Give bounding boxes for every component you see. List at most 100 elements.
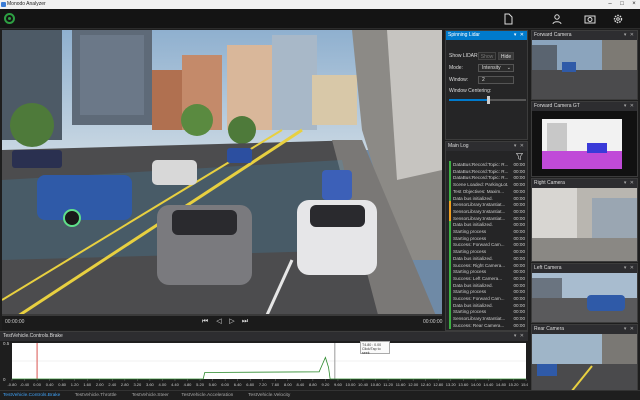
x-tick-label: 13.20 bbox=[446, 382, 457, 387]
x-tick-label: 8.80 bbox=[309, 382, 318, 387]
window-input[interactable]: 2 bbox=[478, 76, 514, 84]
skip-forward-icon[interactable]: ⏭ bbox=[240, 317, 250, 327]
filter-icon[interactable] bbox=[516, 153, 523, 160]
camera-title: Right Camera bbox=[534, 180, 565, 186]
time-end: 00:00:00 bbox=[423, 319, 443, 325]
rear-camera-panel: Rear Camera ▾ ✕ bbox=[531, 324, 638, 398]
main-log-header[interactable]: Main Log ▾ ✕ bbox=[446, 142, 527, 151]
signal-tab[interactable]: TestVehicle.Acceleration bbox=[181, 392, 233, 400]
log-list[interactable]: DataBus:Record:Topic: R... 00:00 DataBus:R… bbox=[446, 161, 527, 331]
signal-plot-panel: TestVehicle.Controls.Brake ▾ ✕ 0.5 0 -0.80… bbox=[0, 331, 528, 390]
log-level-indicator bbox=[449, 321, 451, 329]
chevron-down-icon: ⌄ bbox=[506, 65, 511, 71]
x-tick-label: 2.80 bbox=[121, 382, 130, 387]
signal-tab[interactable]: TestVehicle.Steer bbox=[132, 392, 169, 400]
x-tick-label: 7.60 bbox=[271, 382, 280, 387]
signal-tabs: TestVehicle.Controls.Brake TestVehicle.Th… bbox=[0, 390, 640, 400]
lidar-panel-header[interactable]: Spinning Lidar ▾ ✕ bbox=[446, 31, 527, 40]
x-tick-label: 6.40 bbox=[234, 382, 243, 387]
minimize-icon[interactable]: – bbox=[604, 0, 616, 9]
tooltip-hint: Click/Tap to seek bbox=[362, 347, 381, 355]
time-current: 00:00:00 bbox=[5, 319, 25, 325]
signal-tab[interactable]: TestVehicle.Controls.Brake bbox=[3, 392, 60, 400]
signal-plot-header[interactable]: TestVehicle.Controls.Brake ▾ ✕ bbox=[0, 332, 528, 341]
x-tick-label: 1.60 bbox=[83, 382, 92, 387]
window-centering-label: Window Centering: bbox=[449, 88, 492, 94]
chart-tooltip: T4.80 : 0.00 Click/Tap to seek bbox=[360, 341, 390, 355]
hide-button[interactable]: Hide bbox=[498, 52, 514, 60]
x-tick-label: 13.60 bbox=[458, 382, 469, 387]
signal-tab[interactable]: TestVehicle.Throttle bbox=[75, 392, 117, 400]
rear-camera-image[interactable] bbox=[532, 334, 637, 397]
x-tick-label: 4.00 bbox=[159, 382, 168, 387]
document-icon[interactable] bbox=[502, 13, 514, 25]
skip-back-icon[interactable]: ⏮ bbox=[200, 317, 210, 327]
x-tick-label: 2.00 bbox=[96, 382, 105, 387]
x-tick-label: 2.40 bbox=[108, 382, 117, 387]
x-tick-label: 5.60 bbox=[209, 382, 218, 387]
window-centering-slider[interactable] bbox=[449, 96, 526, 104]
simulation-viewport[interactable] bbox=[2, 30, 442, 330]
scene-render bbox=[2, 30, 442, 330]
x-tick-label: 14.00 bbox=[471, 382, 482, 387]
x-tick-label: 11.20 bbox=[383, 382, 393, 387]
camera-panel-header[interactable]: Forward Camera GT ▾ ✕ bbox=[532, 102, 637, 111]
forward-camera-image[interactable] bbox=[532, 40, 637, 99]
x-tick-label: 0.80 bbox=[58, 382, 67, 387]
user-icon[interactable] bbox=[551, 13, 563, 25]
camera-panel-header[interactable]: Right Camera ▾ ✕ bbox=[532, 179, 637, 188]
camera-icon[interactable] bbox=[584, 13, 596, 25]
show-button[interactable]: Show bbox=[478, 52, 496, 60]
title-bar: Monodo Analyzer – □ × bbox=[0, 0, 640, 9]
x-tick-label: 12.40 bbox=[421, 382, 432, 387]
x-tick-label: -0.80 bbox=[7, 382, 17, 387]
main-log-title: Main Log bbox=[448, 143, 469, 149]
panel-controls-icon[interactable]: ▾ ✕ bbox=[624, 264, 635, 273]
brake-chart[interactable]: 0.50-0.80 -0.40 0.00 0.40 0.80 1.20 1.60 2.00 2.… bbox=[0, 341, 528, 391]
x-tick-label: 5.20 bbox=[196, 382, 205, 387]
y-tick-label: 0 bbox=[3, 377, 6, 382]
panel-controls-icon[interactable]: ▾ ✕ bbox=[624, 31, 635, 40]
app-icon bbox=[1, 2, 6, 7]
panel-controls-icon[interactable]: ▾ ✕ bbox=[514, 142, 525, 151]
panel-controls-icon[interactable]: ▾ ✕ bbox=[624, 179, 635, 188]
panel-controls-icon[interactable]: ▾ ✕ bbox=[624, 102, 635, 111]
maximize-icon[interactable]: □ bbox=[616, 0, 628, 9]
right-camera-image[interactable] bbox=[532, 188, 637, 261]
mode-select[interactable]: Intensity ⌄ bbox=[478, 64, 514, 72]
panel-controls-icon[interactable]: ▾ ✕ bbox=[624, 325, 635, 334]
signal-tab[interactable]: TestVehicle.Velocity bbox=[248, 392, 290, 400]
forward-camera-gt-panel: Forward Camera GT ▾ ✕ bbox=[531, 101, 638, 177]
camera-title: Rear Camera bbox=[534, 326, 565, 332]
panel-controls-icon[interactable]: ▾ ✕ bbox=[514, 332, 525, 341]
forward-camera-panel: Forward Camera ▾ ✕ bbox=[531, 30, 638, 100]
show-lidar-label: Show LIDAR: bbox=[449, 53, 480, 59]
window-title: Monodo Analyzer bbox=[7, 1, 46, 7]
step-back-icon[interactable]: ◁ bbox=[214, 317, 224, 327]
x-tick-label: 11.60 bbox=[396, 382, 406, 387]
x-tick-label: 9.60 bbox=[334, 382, 343, 387]
camera-panel-header[interactable]: Forward Camera ▾ ✕ bbox=[532, 31, 637, 40]
x-tick-label: 15.20 bbox=[508, 382, 519, 387]
x-tick-label: 15.60 bbox=[521, 382, 528, 387]
segmentation-image[interactable] bbox=[532, 111, 637, 176]
x-tick-label: 7.20 bbox=[259, 382, 268, 387]
play-icon[interactable]: ▷ bbox=[227, 317, 237, 327]
left-camera-image[interactable] bbox=[532, 273, 637, 322]
window-label: Window: bbox=[449, 77, 469, 83]
x-tick-label: 12.80 bbox=[433, 382, 444, 387]
gear-icon[interactable] bbox=[612, 13, 624, 25]
close-icon[interactable]: × bbox=[628, 0, 640, 9]
signal-plot-title: TestVehicle.Controls.Brake bbox=[3, 333, 63, 339]
log-entry[interactable]: Success: Rear Camera... 00:00 bbox=[449, 321, 525, 329]
toolbar bbox=[0, 9, 640, 29]
x-tick-label: 3.20 bbox=[133, 382, 142, 387]
x-tick-label: 3.60 bbox=[146, 382, 155, 387]
x-tick-label: 8.00 bbox=[284, 382, 293, 387]
camera-panel-header[interactable]: Rear Camera ▾ ✕ bbox=[532, 325, 637, 334]
x-tick-label: 0.40 bbox=[46, 382, 55, 387]
slider-handle[interactable] bbox=[486, 96, 490, 104]
camera-panel-header[interactable]: Left Camera ▾ ✕ bbox=[532, 264, 637, 273]
panel-controls-icon[interactable]: ▾ ✕ bbox=[514, 31, 525, 40]
timeline-track[interactable] bbox=[2, 314, 442, 316]
